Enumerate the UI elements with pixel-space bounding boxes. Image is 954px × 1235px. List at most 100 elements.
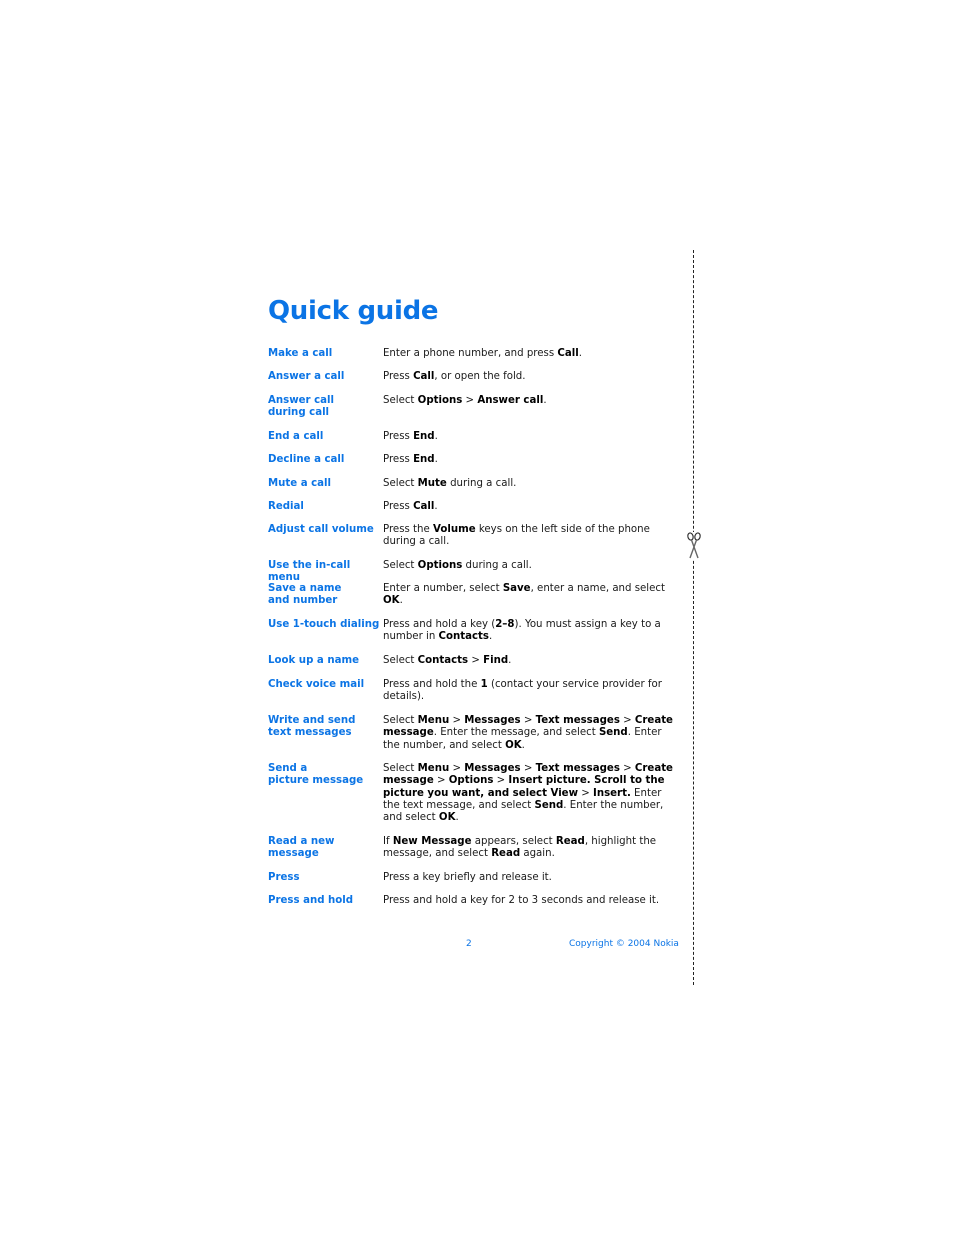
guide-definition: Press a key briefly and release it. [383, 872, 673, 884]
definition-text: . [543, 395, 547, 406]
definition-text: Press [383, 454, 414, 465]
guide-term: Answer a call [268, 371, 345, 382]
definition-text: . [399, 595, 403, 607]
definition-emphasis: End [413, 431, 435, 442]
guide-definition: Enter a number, select Save, enter a nam… [383, 583, 673, 608]
definition-text: Select [383, 560, 418, 571]
definition-text: Press and hold the [383, 679, 481, 690]
guide-term: End a call [268, 431, 324, 442]
definition-text: , enter a name, and select [530, 583, 665, 594]
definition-text: > [619, 763, 635, 774]
guide-term: Check voice mail [268, 679, 365, 690]
definition-emphasis: Volume [433, 524, 476, 535]
definition-text: Select [383, 395, 418, 406]
definition-text: If [383, 836, 393, 847]
definition-text: Press [383, 371, 414, 382]
definition-emphasis: Answer call [477, 395, 544, 406]
guide-term: Mute a call [268, 478, 332, 489]
definition-text: during a call. [446, 478, 517, 489]
definition-emphasis: Messages [464, 763, 521, 774]
definition-text: . [578, 348, 582, 359]
definition-emphasis: Options [417, 395, 463, 406]
guide-definition: Press End. [383, 454, 673, 466]
guide-term: Adjust call volume [268, 524, 374, 535]
definition-text: . [434, 431, 438, 442]
definition-emphasis: Call [413, 501, 435, 512]
guide-definition: If New Message appears, select Read, hig… [383, 836, 673, 861]
definition-text: > [449, 763, 465, 774]
guide-term: Read a new message [268, 836, 335, 860]
definition-emphasis: Contacts [417, 655, 469, 666]
definition-emphasis: Contacts [438, 631, 489, 643]
copyright-notice: Copyright © 2004 Nokia [569, 939, 679, 949]
definition-emphasis: Mute [417, 478, 447, 489]
definition-text: > [462, 395, 478, 406]
guide-definition: Select Options > Answer call. [383, 395, 673, 407]
page-title: Quick guide [268, 296, 439, 326]
definition-emphasis: OK [438, 812, 456, 824]
guide-term: Make a call [268, 348, 333, 359]
guide-term: Answer call during call [268, 395, 334, 419]
guide-term: Press and hold [268, 895, 354, 906]
definition-text: Select [383, 478, 418, 489]
guide-term: Look up a name [268, 655, 359, 666]
guide-term: Press [268, 872, 300, 883]
guide-term: Save a name and number [268, 583, 342, 607]
definition-text: Press [383, 431, 414, 442]
definition-text: > [619, 715, 635, 726]
definition-emphasis: Send [534, 799, 564, 811]
definition-emphasis: Call [557, 348, 579, 359]
definition-text: Select [383, 715, 418, 726]
definition-emphasis: End [413, 454, 435, 465]
guide-definition: Press End. [383, 431, 673, 443]
definition-text: > [520, 763, 536, 774]
definition-emphasis: 1 [480, 679, 488, 690]
guide-definition: Select Menu > Messages > Text messages >… [383, 763, 673, 824]
definition-text: . [434, 454, 438, 465]
guide-definition: Press Call. [383, 501, 673, 513]
definition-emphasis: Save [502, 583, 531, 594]
cut-line [693, 250, 694, 985]
guide-definition: Select Mute during a call. [383, 478, 673, 490]
guide-definition: Press Call, or open the fold. [383, 371, 673, 383]
definition-emphasis: Text messages [535, 715, 620, 726]
definition-text: > [493, 775, 509, 787]
definition-text: Select [383, 655, 418, 666]
definition-emphasis: Menu [417, 715, 450, 726]
page-number: 2 [466, 939, 472, 949]
guide-definition: Enter a phone number, and press Call. [383, 348, 673, 360]
definition-text: > [433, 775, 449, 787]
definition-emphasis: Call [413, 371, 435, 382]
definition-text: Enter a number, select [383, 583, 503, 594]
scissors-icon [686, 532, 702, 560]
definition-emphasis: Read [555, 836, 585, 847]
definition-text: > [449, 715, 465, 726]
definition-emphasis: Insert. [593, 787, 631, 799]
definition-emphasis: Options [448, 775, 494, 787]
guide-term: Send a picture message [268, 763, 364, 787]
guide-definition: Press the Volume keys on the left side o… [383, 524, 673, 549]
guide-definition: Select Options during a call. [383, 560, 673, 572]
definition-emphasis: OK [505, 739, 522, 751]
definition-text: Press and hold a key ( [383, 619, 496, 630]
definition-text: Enter a phone number, and press [383, 348, 558, 359]
definition-text: . [521, 739, 525, 751]
guide-term: Redial [268, 501, 304, 512]
definition-emphasis: Find [483, 655, 509, 666]
definition-text: . [508, 655, 512, 666]
definition-emphasis: Messages [464, 715, 521, 726]
definition-emphasis: Text messages [535, 763, 620, 774]
definition-text: Press [383, 501, 414, 512]
guide-term: Use 1-touch dialing [268, 619, 380, 630]
definition-emphasis: OK [383, 595, 400, 607]
definition-text: again. [520, 848, 555, 860]
definition-emphasis: Options [417, 560, 463, 571]
definition-text: during a call. [462, 560, 532, 571]
guide-definition: Press and hold a key (2–8). You must ass… [383, 619, 673, 644]
guide-term: Use the in-call menu [268, 560, 351, 584]
definition-emphasis: Send [598, 727, 628, 739]
guide-definition: Press and hold a key for 2 to 3 seconds … [383, 895, 673, 907]
definition-emphasis: Menu [417, 763, 450, 774]
definition-text: , or open the fold. [434, 371, 526, 382]
guide-definition: Select Menu > Messages > Text messages >… [383, 715, 673, 752]
